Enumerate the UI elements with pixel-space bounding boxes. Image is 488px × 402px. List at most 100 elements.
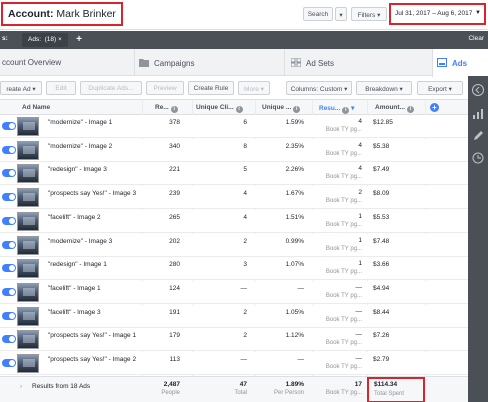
tab-campaigns[interactable]: Campaigns [134,49,284,76]
info-icon: i [293,106,301,113]
ad-status-toggle[interactable] [2,216,16,225]
tab-ad-sets[interactable]: Ad Sets [284,49,432,76]
ad-thumbnail [17,140,39,160]
edit-button[interactable]: Edit [46,81,76,95]
filters-button[interactable]: Filters ▾ [351,7,387,21]
ad-status-toggle[interactable] [2,122,16,130]
total-spent-highlight: $114.34 Total Spent [367,377,425,402]
ad-thumbnail [17,259,39,279]
totals-ctr-sub: Per Person [273,390,304,396]
ad-status-toggle[interactable] [2,264,16,273]
ad-name[interactable]: "facelift" - Image 1 [48,285,101,292]
clear-filters-link[interactable]: Clear [468,35,484,42]
date-range-picker[interactable]: Jul 31, 2017 – Aug 6, 2017 ▼ [389,3,486,25]
ad-status-toggle[interactable] [2,240,16,249]
amount-spent-value: $5.53 [373,213,390,221]
add-filter-button[interactable]: + [72,33,86,47]
chevron-right-icon[interactable]: › [20,383,22,390]
table-row[interactable]: "redesign" - Image 3 221 5 2.26% 4 Book TY pg… [0,162,468,186]
search-button[interactable]: Search [303,7,333,21]
table-row[interactable]: "facelift" - Image 1 124— — — Book TY pg... $… [0,280,468,304]
table-row[interactable]: "prospects say Yes!" - Image 3 239 4 1.67% 2… [0,186,468,210]
ad-name[interactable]: "redesign" - Image 3 [48,166,107,173]
create-ad-button[interactable]: reate Ad ▾ [0,81,42,95]
ad-icon [437,58,447,67]
create-rule-button[interactable]: Create Rule [188,81,234,95]
unique-clicks-value: 3 [243,261,247,269]
columns-dropdown[interactable]: Columns: Custom ▾ [286,81,352,95]
account-title: Account: Mark Brinker [1,2,123,26]
ad-status-toggle[interactable] [2,359,16,367]
amount-spent-value: $4.94 [373,284,390,292]
collapse-arrow-icon[interactable] [472,84,484,96]
unique-ctr-value: 1.59% [285,119,304,126]
export-dropdown[interactable]: Export ▾ [417,81,463,95]
ad-name[interactable]: "prospects say Yes!" - Image 3 [48,190,136,197]
col-reach[interactable]: Re... i [155,104,178,113]
results-value: 1 [358,260,362,268]
duplicate-ads-button[interactable]: Duplicate Ads... [80,81,142,95]
results-type: Book TY pg... [325,150,362,157]
amount-spent-value: $5.38 [373,142,390,150]
reach-value: 202 [169,237,180,245]
results-value: 4 [358,118,362,125]
ad-thumbnail [17,235,39,255]
unique-clicks-value: 5 [243,166,247,174]
info-icon: i [406,106,414,113]
table-row[interactable]: "modernize" - Image 2 340 8 2.35% 4 Book TY p… [0,138,468,162]
unique-clicks-value: 8 [243,142,247,150]
amount-spent-value: $2.79 [373,356,390,363]
table-row[interactable]: "facelift" - Image 2 265 4 1.51% 1 Book TY pg… [0,209,468,233]
right-rail [468,76,488,402]
col-ad-name[interactable]: Ad Name [22,104,50,111]
table-row[interactable]: "redesign" - Image 1 280 3 1.07% 1 Book TY pg… [0,257,468,281]
chip-remove[interactable]: (18) × [45,36,62,43]
ad-thumbnail [17,117,39,136]
table-row[interactable]: "modernize" - Image 1 378 6 1.59% 4 Book TY p… [0,115,468,138]
clock-icon[interactable] [472,152,484,164]
amount-spent-value: $7.49 [373,166,390,174]
table-row[interactable]: "facelift" - Image 3 191 2 1.05% — Book TY pg… [0,304,468,328]
ad-status-toggle[interactable] [2,145,16,154]
ad-status-toggle[interactable] [2,287,16,296]
col-unique-clicks[interactable]: Unique Cli... i [196,104,243,113]
pencil-icon[interactable] [472,130,484,142]
ad-name[interactable]: "modernize" - Image 2 [48,143,112,150]
table-row[interactable]: "prospects say Yes!" - Image 2 113 — — — Book… [0,352,468,375]
ad-status-toggle[interactable] [2,169,16,178]
ad-name[interactable]: "facelift" - Image 2 [48,214,101,221]
col-amount-spent[interactable]: Amount... i [375,104,414,113]
col-results[interactable]: Resu... i ▾ [319,104,354,114]
bar-chart-icon[interactable] [472,108,484,120]
ads-toolbar: reate Ad ▾ Edit Duplicate Ads... Preview… [0,77,468,99]
tab-account-overview[interactable]: ccount Overview [0,49,134,76]
table-row[interactable]: "modernize" - Image 3 202 2 0.99% 1 Book TY p… [0,233,468,257]
col-unique-ctr[interactable]: Unique ... i [262,104,301,113]
tab-ads[interactable]: Ads [432,49,468,77]
table-row[interactable]: "prospects say Yes!" - Image 1 179 2 1.12% —… [0,328,468,352]
date-range-text: Jul 31, 2017 – Aug 6, 2017 [395,10,473,17]
more-button[interactable]: More ▾ [238,81,270,95]
ad-name[interactable]: "prospects say Yes!" - Image 1 [48,332,136,339]
ad-name[interactable]: "modernize" - Image 1 [48,119,112,126]
preview-button[interactable]: Preview [146,81,184,95]
ad-name[interactable]: "facelift" - Image 3 [48,309,101,316]
unique-clicks-value: 2 [243,237,247,245]
ads-filter-chip[interactable]: Ads: (18) × [22,33,68,47]
reach-value: 221 [169,166,180,174]
results-value: 2 [358,189,362,197]
ad-name[interactable]: "prospects say Yes!" - Image 2 [48,356,136,363]
ad-name[interactable]: "modernize" - Image 3 [48,238,112,245]
ad-status-toggle[interactable] [2,311,16,320]
breakdown-dropdown[interactable]: Breakdown ▾ [356,81,412,95]
reach-value: 265 [169,213,180,221]
ad-status-toggle[interactable] [2,335,16,344]
ad-status-toggle[interactable] [2,193,16,202]
add-column-button[interactable]: + [430,103,439,112]
ad-name[interactable]: "redesign" - Image 1 [48,261,107,268]
search-dropdown-button[interactable]: ▾ [335,7,347,21]
results-type: Book TY pg... [325,198,362,205]
info-icon: i [170,106,178,113]
unique-ctr-value: 1.67% [285,190,304,198]
results-value: 1 [358,212,362,220]
